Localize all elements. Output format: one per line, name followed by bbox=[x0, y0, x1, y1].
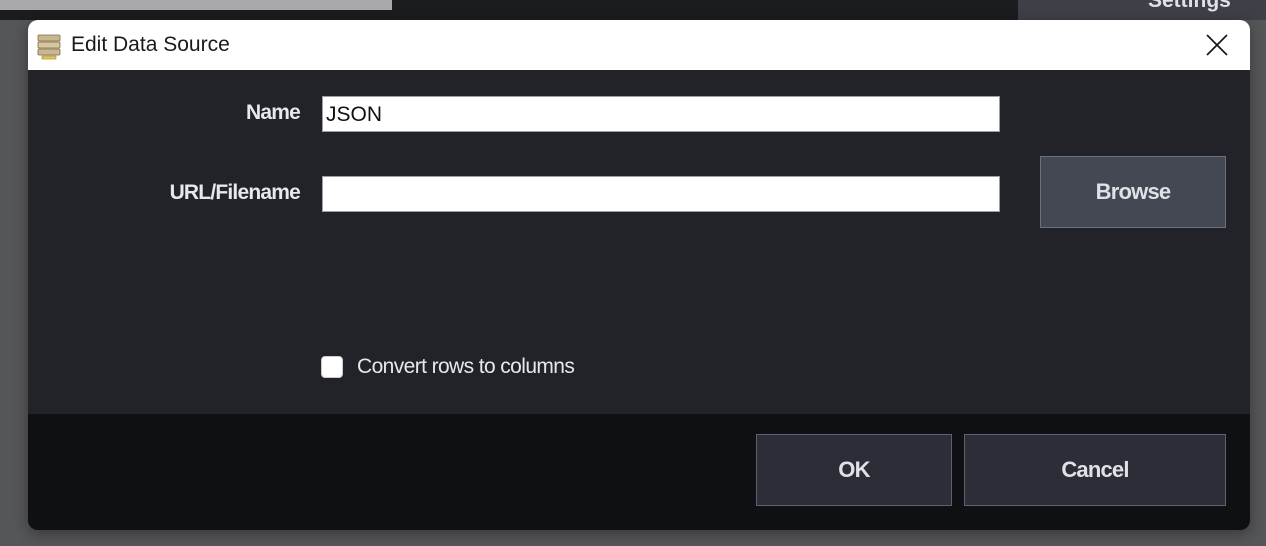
convert-rows-checkbox[interactable] bbox=[321, 356, 343, 378]
database-icon bbox=[37, 34, 61, 60]
dialog-titlebar[interactable]: Edit Data Source bbox=[28, 20, 1250, 70]
ok-button[interactable]: OK bbox=[756, 434, 952, 506]
close-icon bbox=[1206, 34, 1228, 56]
background-settings-tab[interactable]: Settings bbox=[1018, 0, 1266, 20]
dialog-title: Edit Data Source bbox=[71, 33, 230, 56]
url-filename-input[interactable] bbox=[322, 176, 1000, 212]
close-button[interactable] bbox=[1194, 24, 1240, 66]
edit-data-source-dialog: Edit Data Source Name URL/Filename Brows… bbox=[28, 20, 1250, 530]
background-settings-label: Settings bbox=[1148, 0, 1231, 12]
convert-rows-label[interactable]: Convert rows to columns bbox=[357, 355, 575, 379]
ok-button-label: OK bbox=[838, 457, 870, 482]
background-panel-edge bbox=[0, 0, 392, 10]
cancel-button-label: Cancel bbox=[1061, 457, 1129, 482]
browse-button-label: Browse bbox=[1095, 179, 1171, 204]
url-filename-label: URL/Filename bbox=[169, 181, 301, 204]
browse-button[interactable]: Browse bbox=[1040, 156, 1226, 228]
name-input[interactable] bbox=[322, 96, 1000, 132]
name-label: Name bbox=[246, 101, 301, 124]
dialog-footer: OK Cancel bbox=[28, 414, 1250, 530]
cancel-button[interactable]: Cancel bbox=[964, 434, 1226, 506]
